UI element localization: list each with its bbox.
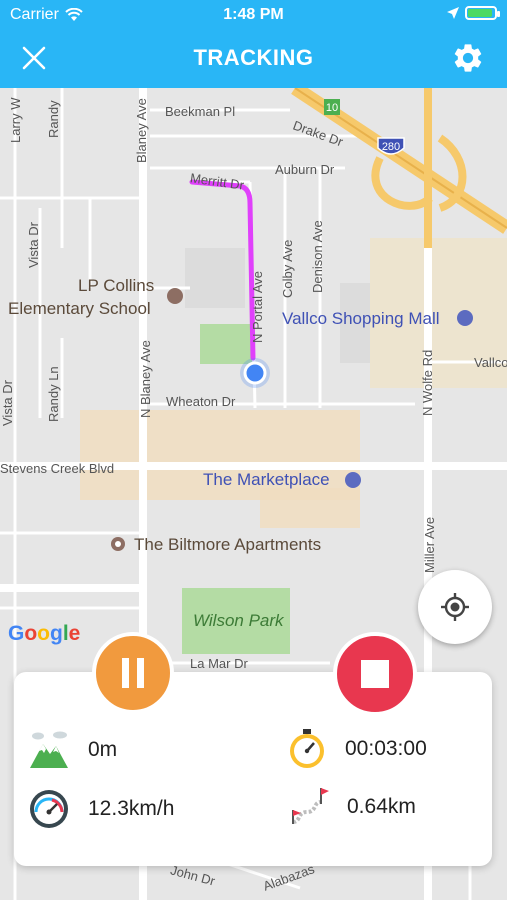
altitude-value: 0m [88, 738, 118, 761]
status-right [447, 6, 500, 20]
map-label-wilson-park: Wilson Park [193, 611, 284, 630]
distance-stat: 0.64km [287, 786, 416, 828]
map-label-lpcollins-1: LP Collins [78, 276, 155, 295]
mountain-icon [30, 731, 68, 768]
hw280-shield: 280 [382, 141, 400, 153]
stop-button[interactable] [333, 632, 417, 716]
stats-panel: 0m 00:03:00 12.3km/h 0.64km [14, 672, 492, 866]
google-logo: Google [8, 622, 81, 645]
map-label-marketplace: The Marketplace [203, 470, 330, 489]
pause-button[interactable] [92, 632, 174, 714]
status-time: 1:48 PM [223, 6, 284, 23]
location-arrow-icon [447, 7, 459, 19]
map-label-beekman: Beekman Pl [165, 104, 236, 119]
route-flag-icon [292, 788, 329, 824]
duration-value: 00:03:00 [345, 737, 427, 760]
map-label-randy: Randy [46, 100, 61, 138]
map-label-biltmore: The Biltmore Apartments [134, 535, 322, 554]
map-label-lpcollins-2: Elementary School [8, 299, 151, 318]
speed-value: 12.3km/h [88, 797, 175, 820]
map-label-larry: Larry W [8, 97, 23, 144]
map-label-wheaton: Wheaton Dr [166, 394, 236, 409]
map-label-colby: Colby Ave [280, 239, 295, 298]
stop-icon [361, 660, 389, 688]
distance-value: 0.64km [347, 795, 416, 818]
pause-icon [122, 658, 144, 688]
map-label-miller: Miller Ave [422, 516, 437, 573]
stopwatch-icon [290, 729, 324, 768]
map-label-n-wolfe: N Wolfe Rd [420, 349, 435, 416]
status-bar: Carrier 1:48 PM [0, 0, 507, 30]
gear-icon[interactable] [451, 41, 485, 75]
map-label-vista: Vista Dr [26, 222, 41, 268]
speedometer-icon [30, 790, 68, 828]
hw10-shield: 10 [326, 102, 338, 114]
speed-stat: 12.3km/h [28, 788, 174, 830]
map-label-vista2: Vista Dr [0, 380, 15, 426]
my-location-button[interactable] [418, 570, 492, 644]
map-label-vallco-mall: Vallco Shopping Mall [282, 309, 440, 328]
map-label-vallco: Vallco [474, 355, 507, 370]
navbar: TRACKING [0, 30, 507, 88]
duration-stat: 00:03:00 [287, 729, 427, 769]
map-label-auburn: Auburn Dr [275, 162, 335, 177]
map-label-randy-ln: Randy Ln [46, 366, 61, 422]
battery-icon [465, 6, 500, 20]
altitude-stat: 0m [28, 730, 117, 770]
map-label-lamar: La Mar Dr [190, 656, 248, 671]
crosshair-icon [441, 593, 469, 621]
map-label-stevens-creek: Stevens Creek Blvd [0, 461, 115, 476]
map-label-n-blaney: N Blaney Ave [138, 340, 153, 418]
map-label-n-portal: N Portal Ave [250, 270, 265, 343]
map-label-blaney: Blaney Ave [134, 98, 149, 163]
map-label-denison: Denison Ave [310, 220, 325, 293]
page-title: TRACKING [193, 45, 314, 70]
